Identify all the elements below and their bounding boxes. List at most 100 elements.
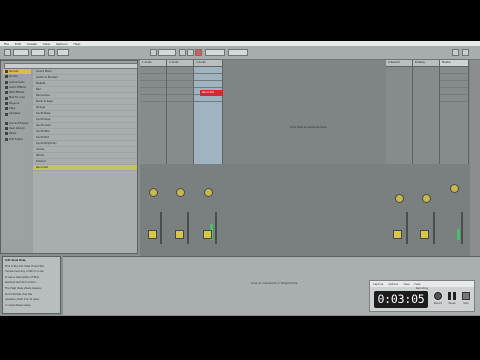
follow-button[interactable] bbox=[150, 49, 157, 56]
stop-control[interactable]: Stop bbox=[460, 291, 472, 309]
signature-field[interactable] bbox=[31, 49, 45, 56]
list-item-selected[interactable]: Recorded bbox=[33, 165, 137, 171]
pan-knob[interactable] bbox=[395, 194, 404, 203]
record-control[interactable]: Record bbox=[432, 291, 444, 309]
track-header[interactable]: B Delay bbox=[413, 60, 439, 67]
info-view-title: Info View Help bbox=[5, 259, 26, 262]
drop-files-message: Drop Files and Devices Here bbox=[290, 126, 327, 129]
track-header[interactable]: Master bbox=[440, 60, 468, 67]
recorder-menu-capture[interactable]: Capture bbox=[373, 283, 383, 286]
info-view-line: to see a description of that bbox=[5, 275, 39, 279]
selected-clip[interactable]: Recorded bbox=[200, 90, 223, 96]
volume-fader[interactable] bbox=[406, 212, 408, 244]
recorder-menu-options[interactable]: Options bbox=[388, 283, 398, 286]
track-header[interactable]: 3 Audio bbox=[194, 60, 222, 67]
recording-timer: 0:03:05 bbox=[374, 291, 428, 308]
scene-launch[interactable] bbox=[440, 88, 468, 95]
pan-knob[interactable] bbox=[176, 188, 185, 197]
tap-button[interactable] bbox=[4, 49, 11, 56]
metronome-button[interactable] bbox=[48, 49, 55, 56]
recorder-menu-view[interactable]: View bbox=[403, 283, 409, 286]
clip-slot[interactable] bbox=[140, 88, 166, 95]
volume-fader[interactable] bbox=[215, 212, 217, 244]
loop-length-field[interactable] bbox=[228, 49, 248, 56]
menu-options[interactable]: Options bbox=[56, 42, 68, 46]
pause-control[interactable]: Pause bbox=[446, 291, 458, 309]
browser-panel: Sounds Drums Instruments Audio Effects M… bbox=[0, 60, 138, 254]
clip-slot[interactable] bbox=[167, 67, 193, 74]
browser-places: Sounds Drums Instruments Audio Effects M… bbox=[3, 69, 31, 247]
transport-toolbar bbox=[0, 46, 480, 60]
menu-file[interactable]: File bbox=[4, 42, 9, 46]
track-header[interactable]: 2 Audio bbox=[167, 60, 193, 67]
recorder-menu-help[interactable]: Help bbox=[415, 283, 421, 286]
menu-create[interactable]: Create bbox=[27, 42, 37, 46]
stop-button[interactable] bbox=[187, 49, 194, 56]
volume-fader[interactable] bbox=[160, 212, 162, 244]
loop-field[interactable] bbox=[205, 49, 225, 56]
browser-file-list: Grand Piano Guitar & Plucked Mallets Pad… bbox=[33, 69, 137, 253]
record-icon bbox=[434, 292, 442, 300]
scene-launch[interactable] bbox=[440, 74, 468, 81]
clip-slot[interactable] bbox=[140, 81, 166, 88]
info-view-line: The Help View shows lessons bbox=[5, 286, 42, 290]
cpu-indicator bbox=[462, 49, 469, 56]
menu-edit[interactable]: Edit bbox=[15, 42, 21, 46]
session-view: 1 Audio 2 Audio 3 Audio A Reverb B Delay… bbox=[140, 60, 470, 273]
tempo-field[interactable] bbox=[13, 49, 29, 56]
info-view-line: mouse over any control in Live bbox=[5, 270, 44, 274]
info-view: Info View Help This is the Info View. Ho… bbox=[2, 256, 61, 314]
info-view-line: question mark icon to open bbox=[5, 298, 40, 302]
pan-knob[interactable] bbox=[450, 184, 459, 193]
clip-slot[interactable] bbox=[140, 67, 166, 74]
track-activator-button[interactable] bbox=[203, 230, 212, 239]
pan-knob[interactable] bbox=[149, 188, 158, 197]
info-view-line: and tutorials. Use the bbox=[5, 292, 32, 296]
clip-slot[interactable] bbox=[167, 88, 193, 95]
track-header[interactable]: 1 Audio bbox=[140, 60, 166, 67]
info-view-line: element and its function. bbox=[5, 281, 37, 285]
scene-launch[interactable] bbox=[440, 67, 468, 74]
clip-slot[interactable] bbox=[167, 95, 193, 102]
recorder-status: Recording bbox=[416, 287, 428, 290]
scene-launch[interactable] bbox=[440, 95, 468, 102]
menu-help[interactable]: Help bbox=[74, 42, 81, 46]
pan-knob[interactable] bbox=[422, 194, 431, 203]
clip-slot[interactable] bbox=[194, 95, 222, 102]
volume-fader[interactable] bbox=[187, 212, 189, 244]
pan-knob[interactable] bbox=[204, 188, 213, 197]
pause-label: Pause bbox=[448, 302, 456, 305]
level-meter bbox=[457, 229, 460, 240]
track-header[interactable]: A Reverb bbox=[386, 60, 412, 67]
clip-slot[interactable] bbox=[167, 74, 193, 81]
track-activator-button[interactable] bbox=[420, 230, 429, 239]
scene-launch[interactable] bbox=[440, 81, 468, 88]
record-label: Record bbox=[433, 302, 443, 305]
position-field[interactable] bbox=[158, 49, 176, 56]
record-button[interactable] bbox=[195, 49, 202, 56]
play-button[interactable] bbox=[179, 49, 186, 56]
track-activator-button[interactable] bbox=[175, 230, 184, 239]
info-view-line: or close these views. bbox=[5, 303, 32, 307]
stop-icon bbox=[462, 292, 470, 300]
pause-icon bbox=[448, 292, 456, 300]
track-activator-button[interactable] bbox=[393, 230, 402, 239]
place-samples[interactable]: Samples bbox=[3, 111, 31, 116]
volume-fader[interactable] bbox=[433, 212, 435, 244]
info-view-line: This is the Info View. Hover the bbox=[5, 264, 44, 268]
clip-slot[interactable] bbox=[194, 81, 222, 88]
menu-view[interactable]: View bbox=[43, 42, 50, 46]
clip-slot[interactable] bbox=[140, 74, 166, 81]
clip-slot[interactable] bbox=[167, 81, 193, 88]
volume-fader[interactable] bbox=[461, 212, 463, 244]
clip-slot[interactable] bbox=[194, 67, 222, 74]
track-activator-button[interactable] bbox=[148, 230, 157, 239]
drop-instrument-message: Drop an Instrument or Sample Here bbox=[251, 282, 298, 285]
screen-recorder-widget: Capture Options View Help Recording 0:03… bbox=[369, 280, 475, 312]
place-add-folder[interactable]: Add Folder bbox=[3, 137, 31, 142]
quantize-field[interactable] bbox=[57, 49, 69, 56]
midi-map-button[interactable] bbox=[452, 49, 459, 56]
clip-slot[interactable] bbox=[140, 95, 166, 102]
ableton-live-window: File Edit Create View Options Help Sound… bbox=[0, 41, 480, 316]
clip-slot[interactable] bbox=[194, 74, 222, 81]
